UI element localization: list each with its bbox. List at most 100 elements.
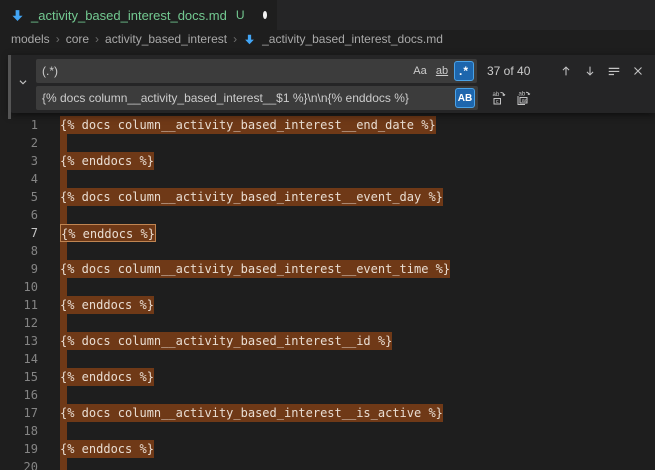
line-number: 12 <box>0 314 60 332</box>
line-content[interactable] <box>60 350 655 368</box>
line-number: 20 <box>0 458 60 470</box>
match-highlight: {% docs column__activity_based_interest_… <box>60 188 443 206</box>
code-line: 13{% docs column__activity_based_interes… <box>0 332 655 350</box>
line-number: 2 <box>0 134 60 152</box>
line-content[interactable] <box>60 278 655 296</box>
line-number: 10 <box>0 278 60 296</box>
line-number: 8 <box>0 242 60 260</box>
code-line: 14 <box>0 350 655 368</box>
line-content[interactable] <box>60 386 655 404</box>
svg-text:ab: ab <box>519 92 526 98</box>
line-content[interactable]: {% enddocs %} <box>60 224 655 242</box>
code-line: 1{% docs column__activity_based_interest… <box>0 116 655 134</box>
markdown-file-icon <box>10 8 25 23</box>
find-in-selection-button[interactable] <box>603 60 625 82</box>
find-widget: (.*) Aa ab .* 37 of 40 <box>10 55 655 113</box>
match-highlight <box>60 170 67 188</box>
match-highlight: {% enddocs %} <box>60 296 154 314</box>
line-content[interactable]: {% docs column__activity_based_interest_… <box>60 404 655 422</box>
close-find-button[interactable] <box>627 60 649 82</box>
close-icon <box>631 64 645 78</box>
markdown-file-icon <box>243 33 256 46</box>
match-count: 37 of 40 <box>487 64 545 78</box>
line-number: 14 <box>0 350 60 368</box>
line-content[interactable]: {% enddocs %} <box>60 368 655 386</box>
line-number: 4 <box>0 170 60 188</box>
code-line: 5{% docs column__activity_based_interest… <box>0 188 655 206</box>
line-content[interactable]: {% enddocs %} <box>60 296 655 314</box>
code-area: 1{% docs column__activity_based_interest… <box>0 116 655 470</box>
match-highlight <box>60 206 67 224</box>
line-number: 7 <box>0 224 60 242</box>
modified-dot-icon[interactable] <box>263 11 267 19</box>
match-highlight: {% docs column__activity_based_interest_… <box>60 260 450 278</box>
code-line: 4 <box>0 170 655 188</box>
line-content[interactable]: {% docs column__activity_based_interest_… <box>60 116 655 134</box>
preserve-case-button[interactable]: AB <box>455 88 475 108</box>
tab-active-file[interactable]: _activity_based_interest_docs.md U <box>0 0 278 30</box>
line-content[interactable]: {% docs column__activity_based_interest_… <box>60 260 655 278</box>
breadcrumb-item-models[interactable]: models <box>11 32 50 46</box>
svg-text:ac: ac <box>522 98 528 104</box>
code-line: 6 <box>0 206 655 224</box>
code-line: 11{% enddocs %} <box>0 296 655 314</box>
match-highlight: {% enddocs %} <box>60 368 154 386</box>
line-content[interactable] <box>60 314 655 332</box>
match-highlight <box>60 278 67 296</box>
line-content[interactable]: {% docs column__activity_based_interest_… <box>60 332 655 350</box>
line-content[interactable]: {% enddocs %} <box>60 440 655 458</box>
git-status-badge: U <box>236 8 245 22</box>
previous-match-button[interactable] <box>555 60 577 82</box>
line-content[interactable] <box>60 242 655 260</box>
match-highlight <box>60 242 67 260</box>
match-case-button[interactable]: Aa <box>410 61 430 81</box>
breadcrumb-item-core[interactable]: core <box>66 32 89 46</box>
code-line: 7{% enddocs %} <box>0 224 655 242</box>
line-number: 16 <box>0 386 60 404</box>
find-input[interactable]: (.*) Aa ab .* <box>36 59 477 83</box>
chevron-down-icon <box>16 75 30 94</box>
line-content[interactable] <box>60 458 655 470</box>
code-line: 16 <box>0 386 655 404</box>
code-line: 10 <box>0 278 655 296</box>
next-match-button[interactable] <box>579 60 601 82</box>
code-line: 3{% enddocs %} <box>0 152 655 170</box>
replace-input[interactable]: {% docs column__activity_based_interest_… <box>36 86 478 110</box>
match-highlight: {% enddocs %} <box>60 152 154 170</box>
breadcrumb-separator: › <box>55 32 61 46</box>
line-content[interactable] <box>60 170 655 188</box>
line-number: 3 <box>0 152 60 170</box>
tab-bar: _activity_based_interest_docs.md U <box>0 0 655 30</box>
breadcrumb-separator: › <box>232 32 238 46</box>
replace-button[interactable]: ab c <box>488 87 510 109</box>
replace-all-button[interactable]: ab ac <box>512 87 534 109</box>
code-line: 18 <box>0 422 655 440</box>
line-content[interactable]: {% docs column__activity_based_interest_… <box>60 188 655 206</box>
vscode-window: _activity_based_interest_docs.md U model… <box>0 0 655 470</box>
line-number: 15 <box>0 368 60 386</box>
line-number: 19 <box>0 440 60 458</box>
breadcrumb-separator: › <box>94 32 100 46</box>
line-content[interactable] <box>60 206 655 224</box>
regex-button[interactable]: .* <box>454 61 474 81</box>
code-line: 20 <box>0 458 655 470</box>
breadcrumb: models › core › activity_based_interest … <box>0 30 655 48</box>
line-number: 18 <box>0 422 60 440</box>
breadcrumb-item-file[interactable]: _activity_based_interest_docs.md <box>262 32 443 46</box>
line-content[interactable] <box>60 134 655 152</box>
line-content[interactable] <box>60 422 655 440</box>
selection-icon <box>607 64 621 78</box>
code-line: 9{% docs column__activity_based_interest… <box>0 260 655 278</box>
find-widget-resize-sash[interactable] <box>8 55 11 119</box>
match-highlight <box>60 350 67 368</box>
code-line: 19{% enddocs %} <box>0 440 655 458</box>
find-value: (.*) <box>42 64 408 78</box>
current-match-highlight: {% enddocs %} <box>60 224 156 242</box>
whole-word-button[interactable]: ab <box>432 61 452 81</box>
arrow-up-icon <box>559 64 573 78</box>
breadcrumb-item-folder[interactable]: activity_based_interest <box>105 32 227 46</box>
line-content[interactable]: {% enddocs %} <box>60 152 655 170</box>
replace-value: {% docs column__activity_based_interest_… <box>42 91 453 105</box>
toggle-replace-button[interactable] <box>10 55 36 113</box>
match-highlight: {% docs column__activity_based_interest_… <box>60 332 392 350</box>
